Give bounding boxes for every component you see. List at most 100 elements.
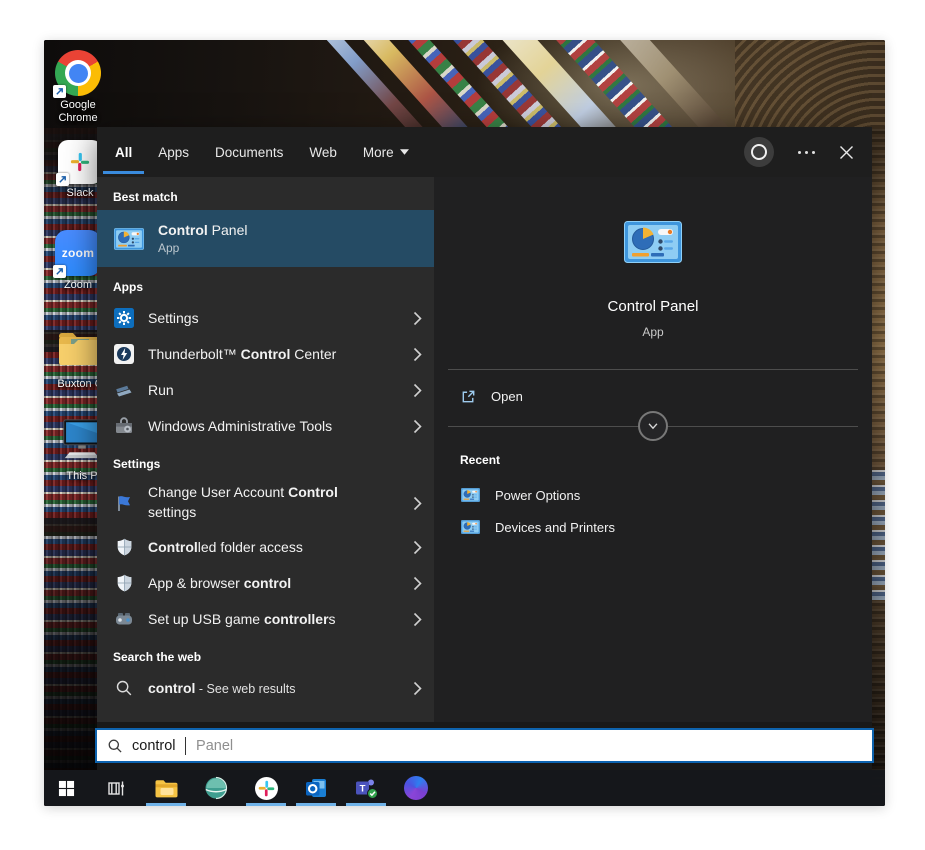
recent-label: Devices and Printers: [495, 520, 615, 535]
desktop-wallpaper-right-strip: [872, 128, 885, 806]
search-query-text: control: [132, 738, 176, 754]
desktop-screen: Google ChromeSlackzoomZoomBuxton CThis P…: [44, 40, 885, 806]
screenshot-stage: Google ChromeSlackzoomZoomBuxton CThis P…: [0, 0, 925, 850]
open-icon: [460, 388, 477, 405]
result-run[interactable]: Run: [97, 372, 434, 408]
start-icon: [58, 780, 75, 797]
chevron-right-icon[interactable]: [405, 383, 422, 398]
tab-more[interactable]: More: [363, 127, 409, 177]
tab-all[interactable]: All: [115, 127, 132, 177]
search-input[interactable]: control Panel: [95, 728, 874, 763]
settings-gear-icon: [113, 308, 135, 328]
preview-divider-2: [448, 426, 858, 427]
taskbar-start-button[interactable]: [46, 770, 86, 806]
recent-label: Power Options: [495, 488, 580, 503]
section-header-search-the-web: Search the web: [97, 637, 434, 670]
wallpaper-fan-vault: [735, 40, 885, 128]
taskbar-file-explorer-button[interactable]: [146, 770, 186, 806]
control-panel-icon: [460, 520, 480, 534]
result-text-lines: Control PanelApp: [158, 222, 247, 255]
result-label: Settings: [148, 310, 199, 326]
flag-icon: [113, 493, 135, 513]
close-icon[interactable]: [839, 145, 854, 160]
chevron-right-icon[interactable]: [405, 311, 422, 326]
chevron-right-icon[interactable]: [405, 419, 422, 434]
tab-label: More: [363, 145, 394, 160]
section-header-apps: Apps: [97, 267, 434, 300]
shield-icon: [113, 573, 135, 593]
tab-web[interactable]: Web: [309, 127, 337, 177]
start-search-panel: All Apps Documents Web More Best match Contro…: [97, 127, 872, 770]
chevron-right-icon[interactable]: [405, 540, 422, 555]
expand-button[interactable]: [638, 411, 668, 441]
shortcut-arrow-icon: [53, 85, 66, 98]
active-app-indicator: [346, 803, 386, 807]
taskbar-globe-button[interactable]: [196, 770, 236, 806]
thunderbolt-icon: [113, 344, 135, 364]
active-app-indicator: [146, 803, 186, 807]
chevron-right-icon[interactable]: [405, 347, 422, 362]
search-results-column: Best match Control PanelApp Apps Settings Th…: [97, 177, 434, 722]
tabs-row-actions: [744, 137, 854, 167]
admin-tools-icon: [113, 416, 135, 436]
result-app-browser-control[interactable]: App & browser control: [97, 565, 434, 601]
user-avatar[interactable]: [744, 137, 774, 167]
result-change-user-account-control-sett[interactable]: Change User Account Control settings: [97, 477, 434, 529]
chevron-right-icon[interactable]: [405, 496, 422, 511]
taskbar-task-view-button[interactable]: [96, 770, 136, 806]
section-header-best-match: Best match: [97, 177, 434, 210]
result-thunderbolt-control-center[interactable]: Thunderbolt™ Control Center: [97, 336, 434, 372]
result-control-panel[interactable]: Control PanelApp: [97, 210, 434, 267]
taskbar: T: [44, 770, 885, 806]
more-options-icon[interactable]: [798, 151, 815, 154]
desktop-icon-label: Slack: [67, 187, 94, 200]
result-settings[interactable]: Settings: [97, 300, 434, 336]
chevron-right-icon[interactable]: [405, 576, 422, 591]
taskbar-outlook-button[interactable]: [296, 770, 336, 806]
active-app-indicator: [296, 803, 336, 807]
desktop-icon-label: Buxton C: [57, 378, 102, 391]
desktop-icon-label: Zoom: [64, 279, 92, 292]
chevron-right-icon[interactable]: [405, 612, 422, 627]
taskbar-slack-button[interactable]: [246, 770, 286, 806]
search-icon: [107, 738, 123, 754]
chrome-icon: [55, 50, 101, 96]
m365-icon: [404, 776, 428, 800]
tab-documents[interactable]: Documents: [215, 127, 283, 177]
section-header-settings: Settings: [97, 444, 434, 477]
taskbar-teams-button[interactable]: T: [346, 770, 386, 806]
chevron-down-icon: [646, 419, 660, 433]
recent-list: Power Options Devices and Printers: [434, 479, 872, 543]
result-controlled-folder-access[interactable]: Controlled folder access: [97, 529, 434, 565]
result-windows-administrative-tools[interactable]: Windows Administrative Tools: [97, 408, 434, 444]
recent-power-options[interactable]: Power Options: [434, 479, 872, 511]
taskbar-m365-button[interactable]: [396, 770, 436, 806]
run-icon: [113, 380, 135, 400]
globe-icon: [204, 776, 228, 800]
result-label: Set up USB game controllers: [148, 611, 336, 627]
chevron-right-icon[interactable]: [405, 681, 422, 696]
search-tabs-row: All Apps Documents Web More: [97, 127, 872, 177]
result-control-see-web-results[interactable]: control - See web results: [97, 670, 434, 706]
tab-apps[interactable]: Apps: [158, 127, 189, 177]
recent-devices-and-printers[interactable]: Devices and Printers: [434, 511, 872, 543]
search-suggestion-text: Panel: [196, 738, 233, 754]
svg-text:T: T: [359, 784, 365, 795]
result-label: Thunderbolt™ Control Center: [148, 346, 336, 362]
result-label: App & browser control: [148, 575, 291, 591]
teams-icon: T: [354, 776, 379, 800]
result-label: Control Panel: [158, 222, 247, 238]
chevron-down-icon: [400, 149, 409, 155]
desktop-icon-google-chrome[interactable]: Google Chrome: [46, 50, 110, 125]
control-panel-icon: [624, 221, 682, 268]
shield-icon: [113, 537, 135, 557]
gamepad-icon: [113, 609, 135, 629]
wallpaper-stone-band: [44, 518, 97, 536]
preview-subtitle: App: [642, 325, 663, 339]
zoom-icon: zoom: [55, 230, 101, 276]
avatar-ring-icon: [751, 144, 767, 160]
search-icon: [113, 679, 135, 697]
slack-icon: [58, 140, 102, 184]
result-set-up-usb-game-controllers[interactable]: Set up USB game controllers: [97, 601, 434, 637]
active-app-indicator: [246, 803, 286, 807]
